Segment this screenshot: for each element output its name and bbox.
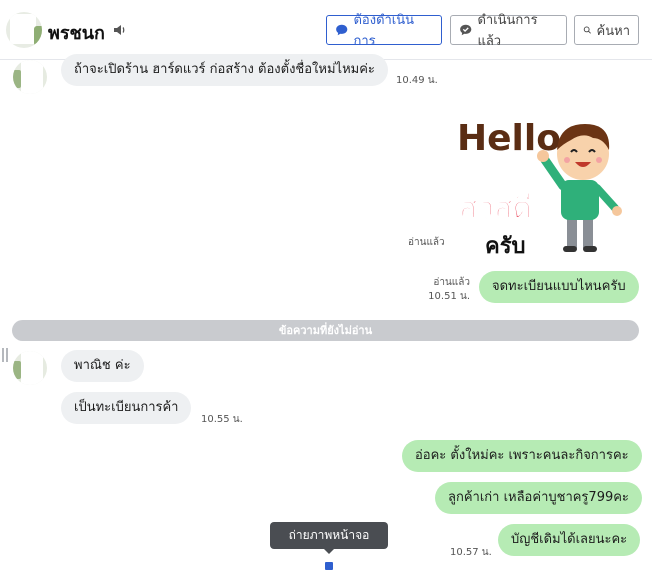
outgoing-message-bubble[interactable]: อ่อคะ ตั้งใหม่คะ เพราะคนละกิจการคะ bbox=[402, 440, 642, 472]
done-button[interactable]: ดำเนินการแล้ว bbox=[450, 13, 567, 49]
chat-bubble-icon bbox=[336, 24, 348, 36]
speaker-icon[interactable] bbox=[112, 22, 128, 38]
read-receipt: อ่านแล้ว bbox=[433, 277, 470, 288]
message-meta: อ่านแล้ว 10.51 น. bbox=[418, 276, 470, 304]
unread-divider: ข้อความที่ยังไม่อ่าน bbox=[12, 320, 639, 341]
message-timestamp: 10.55 น. bbox=[201, 414, 243, 425]
screenshot-tooltip: ถ่ายภาพหน้าจอ bbox=[270, 522, 388, 549]
contact-avatar[interactable] bbox=[6, 12, 42, 48]
outgoing-message-bubble[interactable]: บัญชีเดิมได้เลยนะคะ bbox=[498, 524, 641, 556]
sender-avatar[interactable] bbox=[13, 351, 47, 385]
hello-sticker[interactable]: Hello สวัสดี ครับ bbox=[455, 108, 635, 258]
sticker-sawasdee-text: สวัสดี bbox=[459, 191, 532, 226]
tooltip-arrow bbox=[324, 549, 334, 554]
todo-button[interactable]: ต้องดำเนินการ bbox=[326, 13, 442, 49]
search-button-label: ค้นหา bbox=[596, 23, 630, 39]
incoming-message-bubble[interactable]: เป็นทะเบียนการค้า bbox=[61, 392, 192, 424]
resize-handle[interactable] bbox=[2, 348, 8, 362]
message-timestamp: 10.51 น. bbox=[428, 291, 470, 302]
incoming-message-bubble[interactable]: ถ้าจะเปิดร้าน ฮาร์ดแวร์ ก่อสร้าง ต้องตั้… bbox=[61, 54, 388, 86]
sender-avatar[interactable] bbox=[13, 60, 47, 94]
sticker-krub-text: ครับ bbox=[485, 234, 526, 258]
chat-header: พรชนก ต้องดำเนินการ ดำเนินการแล้ว ค้นหา bbox=[0, 0, 652, 60]
chat-check-icon bbox=[460, 24, 472, 36]
read-receipt: อ่านแล้ว bbox=[408, 237, 445, 248]
done-button-label: ดำเนินการแล้ว bbox=[477, 13, 538, 49]
message-timestamp: 10.57 น. bbox=[450, 547, 492, 558]
incoming-message-bubble[interactable]: พาณิช ค่ะ bbox=[61, 350, 144, 382]
search-button[interactable]: ค้นหา bbox=[574, 15, 639, 45]
message-timestamp: 10.49 น. bbox=[396, 75, 438, 86]
screenshot-tool-icon[interactable] bbox=[325, 562, 333, 570]
search-icon bbox=[583, 26, 591, 34]
contact-name[interactable]: พรชนก bbox=[48, 18, 105, 47]
todo-button-label: ต้องดำเนินการ bbox=[353, 13, 415, 49]
outgoing-message-bubble[interactable]: จดทะเบียนแบบไหนครับ bbox=[479, 271, 639, 303]
outgoing-message-bubble[interactable]: ลูกค้าเก่า เหลือค่าบูชาครู799คะ bbox=[435, 482, 642, 514]
